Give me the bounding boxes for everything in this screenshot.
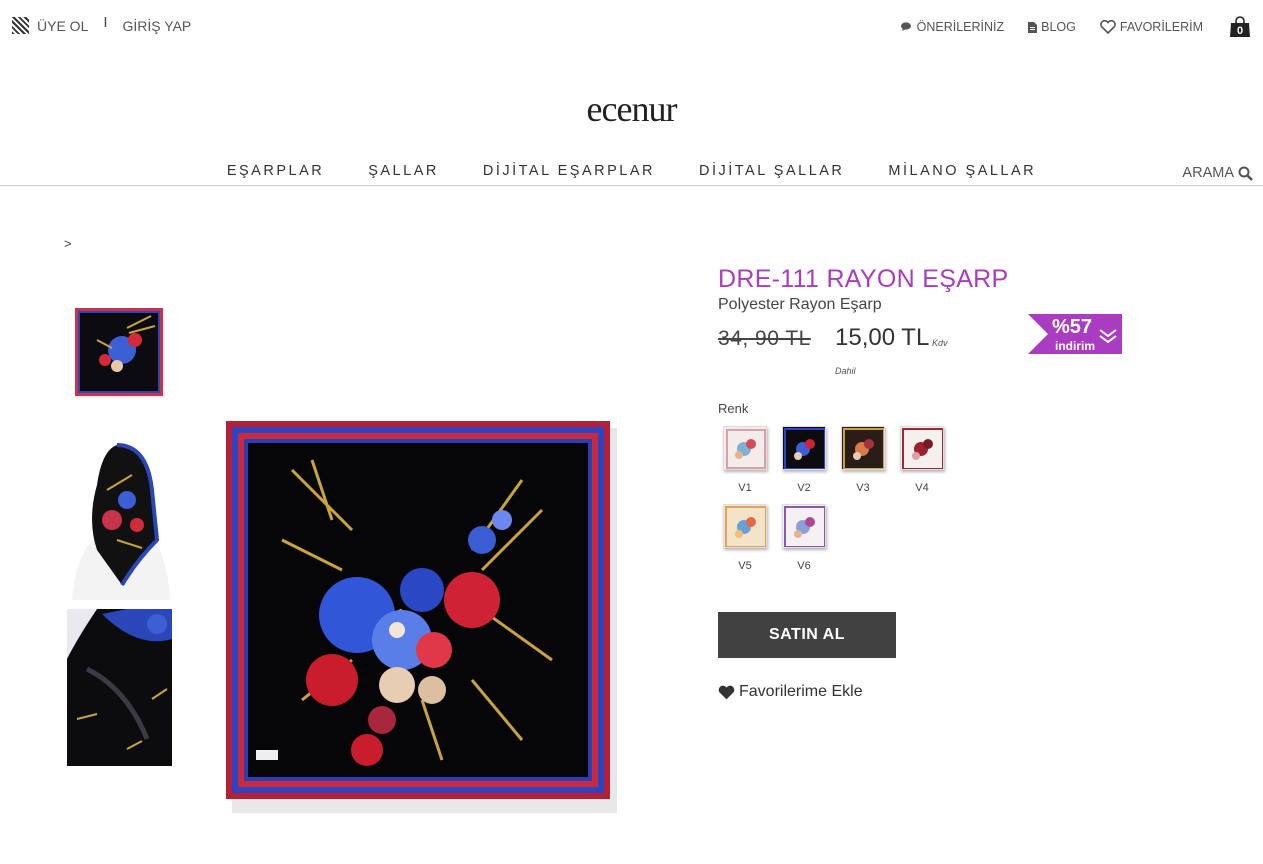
nav-item-dijital-sallar[interactable]: DİJİTAL ŞALLAR	[699, 163, 844, 179]
swatch-pattern	[784, 428, 825, 469]
blog-label: BLOG	[1041, 20, 1076, 34]
search-button[interactable]: ARAMA	[1182, 165, 1253, 181]
nav-item-milano-sallar[interactable]: MİLANO ŞALLAR	[888, 163, 1036, 179]
suggestions-link[interactable]: ÖNERİLERİNİZ	[900, 20, 1005, 34]
site-logo[interactable]: ecenur	[0, 88, 1263, 130]
thumbnail-2[interactable]	[67, 430, 172, 600]
color-label: Renk	[718, 401, 749, 416]
nav-item-esarplar[interactable]: EŞARPLAR	[227, 163, 324, 179]
variant-v2[interactable]: V2	[781, 426, 827, 494]
variant-v6-thumb	[782, 504, 826, 548]
pattern-icon	[12, 17, 29, 34]
variant-v3-label: V3	[856, 482, 870, 494]
heart-outline-icon	[1100, 20, 1116, 34]
swatch-pattern	[902, 428, 943, 469]
register-link[interactable]: ÜYE OL	[37, 18, 88, 34]
variant-v5-label: V5	[738, 560, 752, 572]
document-icon	[1028, 21, 1038, 33]
variant-v5[interactable]: V5	[722, 504, 768, 572]
variant-v1[interactable]: V1	[722, 426, 768, 494]
scarf-flat-image	[75, 308, 165, 398]
account-links: ÜYE OL I GİRİŞ YAP	[12, 14, 192, 34]
login-link[interactable]: GİRİŞ YAP	[123, 18, 192, 34]
favorites-label: FAVORİLERİM	[1119, 20, 1203, 34]
buy-button[interactable]: SATIN AL	[718, 612, 896, 658]
favorites-link[interactable]: FAVORİLERİM	[1100, 20, 1203, 34]
variant-v4-label: V4	[915, 482, 929, 494]
variant-v2-thumb	[782, 426, 826, 470]
variant-v2-label: V2	[797, 482, 811, 494]
nav-item-dijital-esarplar[interactable]: DİJİTAL EŞARPLAR	[483, 163, 655, 179]
nav-item-sallar[interactable]: ŞALLAR	[368, 163, 439, 179]
variant-v3-thumb	[841, 426, 885, 470]
add-to-favorites-label: Favorilerime Ekle	[739, 683, 863, 700]
tax-note-2: Dahil	[835, 366, 856, 376]
blog-link[interactable]: BLOG	[1028, 20, 1076, 34]
variant-v1-thumb	[723, 426, 767, 470]
variant-v4[interactable]: V4	[899, 426, 945, 494]
variant-v6[interactable]: V6	[781, 504, 827, 572]
discount-percent: %57	[1052, 316, 1093, 338]
add-to-favorites[interactable]: Favorilerime Ekle	[718, 683, 863, 701]
cart-button[interactable]: 0	[1229, 16, 1251, 38]
product-subtitle: Polyester Rayon Eşarp	[718, 296, 882, 313]
utility-links: ÖNERİLERİNİZ BLOG FAVORİLERİM 0	[877, 16, 1251, 38]
variant-v4-thumb	[900, 426, 944, 470]
main-nav: EŞARPLAR ŞALLAR DİJİTAL EŞARPLAR DİJİTAL…	[0, 163, 1263, 186]
discount-badge: %57 indirim	[1028, 314, 1122, 354]
model-wearing-scarf-image	[72, 443, 170, 600]
discount-label: indirim	[1055, 339, 1096, 353]
separator: I	[103, 14, 108, 31]
swatch-pattern	[726, 429, 766, 469]
suggestions-label: ÖNERİLERİNİZ	[916, 20, 1005, 34]
variant-v6-label: V6	[797, 560, 811, 572]
thumbnail-1[interactable]	[67, 278, 172, 413]
breadcrumb[interactable]: >	[64, 236, 72, 251]
variant-v3[interactable]: V3	[840, 426, 886, 494]
scarf-main-image	[226, 421, 617, 813]
variant-v1-label: V1	[738, 482, 752, 494]
scarf-detail-image	[67, 609, 172, 766]
thumbnail-3[interactable]	[67, 609, 172, 766]
swatch-pattern	[843, 428, 884, 469]
heart-icon	[718, 685, 735, 699]
swatch-pattern	[784, 506, 825, 547]
search-label: ARAMA	[1182, 165, 1234, 181]
cart-count: 0	[1236, 25, 1244, 37]
variant-v5-thumb	[723, 504, 767, 548]
product-main-image[interactable]	[182, 280, 632, 835]
comments-icon	[900, 22, 911, 31]
product-title: DRE-111 RAYON EŞARP	[718, 265, 1009, 293]
current-price: 15,00 TL	[835, 324, 930, 351]
old-price: 34, 90 TL	[718, 327, 811, 350]
search-icon	[1238, 166, 1253, 181]
swatch-pattern	[725, 506, 766, 547]
tax-note-1: Kdv	[932, 338, 948, 348]
